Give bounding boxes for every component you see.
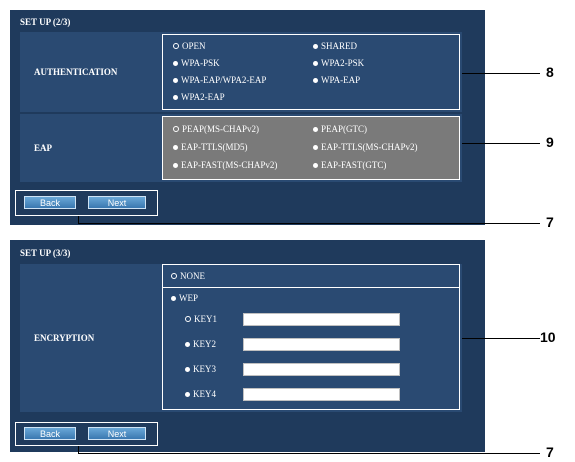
eap-option-fast-mschapv2[interactable]: EAP-FAST(MS-CHAPv2) xyxy=(173,160,277,170)
radio-icon xyxy=(313,77,318,83)
key4-input[interactable] xyxy=(243,388,400,401)
back-button[interactable]: Back xyxy=(24,196,76,209)
radio-icon xyxy=(185,341,190,347)
authentication-options: OPEN SHARED WPA-PSK WPA2-PSK WPA-EAP/WPA… xyxy=(162,34,460,110)
eap-option-peap-mschapv2[interactable]: PEAP(MS-CHAPv2) xyxy=(173,124,259,134)
auth-option-wpa2-eap[interactable]: WPA2-EAP xyxy=(173,92,225,102)
key4-radio[interactable]: KEY4 xyxy=(185,389,216,399)
callout-10: 10 xyxy=(540,329,556,345)
radio-icon xyxy=(185,391,190,397)
encryption-options: NONE WEP KEY1 KEY2 KEY3 KEY4 xyxy=(162,264,460,410)
setup-3-title: SET UP (3/3) xyxy=(20,248,71,258)
eap-label: EAP xyxy=(34,143,52,153)
callout-9: 9 xyxy=(546,134,554,150)
radio-icon xyxy=(313,144,318,150)
key3-radio[interactable]: KEY3 xyxy=(185,364,216,374)
auth-option-open[interactable]: OPEN xyxy=(173,41,206,51)
radio-icon xyxy=(313,162,318,168)
key1-input[interactable] xyxy=(243,313,400,326)
radio-icon xyxy=(173,77,178,83)
key2-radio[interactable]: KEY2 xyxy=(185,339,216,349)
navigation-buttons-1: Back Next xyxy=(15,190,158,216)
encryption-option-wep[interactable]: WEP xyxy=(171,293,198,303)
callout-line-10 xyxy=(462,338,540,339)
radio-selected-icon xyxy=(173,43,179,49)
key3-input[interactable] xyxy=(243,363,400,376)
encryption-label: ENCRYPTION xyxy=(34,333,95,343)
eap-options: PEAP(MS-CHAPv2) PEAP(GTC) EAP-TTLS(MD5) … xyxy=(162,116,460,180)
radio-icon xyxy=(313,126,318,132)
callout-line-8 xyxy=(462,73,540,74)
callout-line-7b xyxy=(78,453,540,454)
radio-icon xyxy=(173,94,178,100)
eap-option-fast-gtc[interactable]: EAP-FAST(GTC) xyxy=(313,160,386,170)
auth-option-wpa-eap-wpa2-eap[interactable]: WPA-EAP/WPA2-EAP xyxy=(173,75,266,85)
radio-icon xyxy=(185,366,190,372)
key2-input[interactable] xyxy=(243,338,400,351)
eap-option-peap-gtc[interactable]: PEAP(GTC) xyxy=(313,124,367,134)
callout-line-7a xyxy=(78,223,540,224)
radio-selected-icon xyxy=(185,316,191,322)
back-button[interactable]: Back xyxy=(24,427,76,440)
auth-option-wpa2-psk[interactable]: WPA2-PSK xyxy=(313,58,364,68)
auth-option-wpa-psk[interactable]: WPA-PSK xyxy=(173,58,220,68)
key1-radio[interactable]: KEY1 xyxy=(185,314,217,324)
callout-line-9 xyxy=(462,143,540,144)
radio-selected-icon xyxy=(173,126,179,132)
radio-icon xyxy=(173,144,178,150)
setup-2-title: SET UP (2/3) xyxy=(20,17,71,27)
eap-row: EAP xyxy=(20,114,160,182)
radio-selected-icon xyxy=(171,273,177,279)
eap-option-ttls-mschapv2[interactable]: EAP-TTLS(MS-CHAPv2) xyxy=(313,142,418,152)
encryption-option-none[interactable]: NONE xyxy=(171,271,205,281)
setup-panel-3: SET UP (3/3) ENCRYPTION NONE WEP KEY1 KE… xyxy=(10,240,485,452)
callout-7a: 7 xyxy=(546,214,554,230)
navigation-buttons-2: Back Next xyxy=(15,422,158,446)
radio-icon xyxy=(173,60,178,66)
callout-7b: 7 xyxy=(546,444,554,460)
next-button[interactable]: Next xyxy=(88,427,146,440)
callout-8: 8 xyxy=(546,64,554,80)
radio-icon xyxy=(173,162,178,168)
authentication-row: AUTHENTICATION xyxy=(20,32,160,112)
radio-icon xyxy=(313,43,318,49)
radio-icon xyxy=(313,60,318,66)
encryption-row: ENCRYPTION xyxy=(20,264,160,412)
setup-panel-2: SET UP (2/3) AUTHENTICATION OPEN SHARED … xyxy=(10,10,485,225)
auth-option-shared[interactable]: SHARED xyxy=(313,41,357,51)
next-button[interactable]: Next xyxy=(88,196,146,209)
eap-option-ttls-md5[interactable]: EAP-TTLS(MD5) xyxy=(173,142,248,152)
auth-option-wpa-eap[interactable]: WPA-EAP xyxy=(313,75,360,85)
radio-icon xyxy=(171,295,176,301)
authentication-label: AUTHENTICATION xyxy=(34,67,118,77)
divider xyxy=(163,287,459,288)
